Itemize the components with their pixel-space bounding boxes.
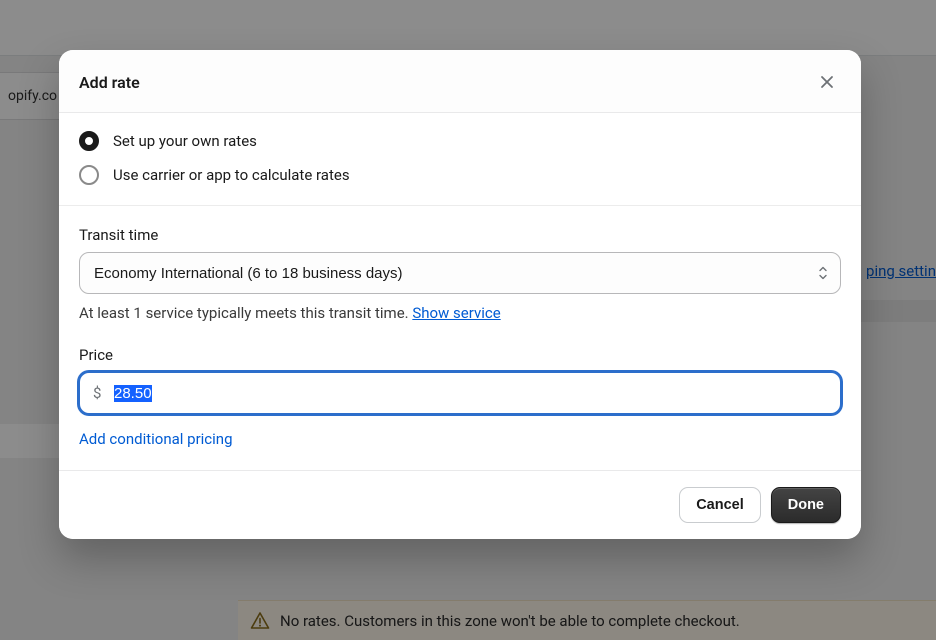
radio-label: Set up your own rates (113, 132, 257, 150)
radio-label: Use carrier or app to calculate rates (113, 166, 350, 184)
transit-helper-prefix: At least 1 service typically meets this … (79, 304, 412, 322)
radio-own-rates[interactable]: Set up your own rates (79, 131, 841, 151)
currency-symbol: $ (93, 384, 101, 402)
radio-carrier-rates[interactable]: Use carrier or app to calculate rates (79, 165, 841, 185)
price-input[interactable] (79, 372, 841, 414)
close-button[interactable] (813, 68, 841, 96)
price-input-wrap: $ (79, 372, 841, 414)
divider (59, 205, 861, 206)
transit-time-label: Transit time (79, 226, 841, 244)
rate-type-radio-group: Set up your own rates Use carrier or app… (79, 131, 841, 185)
modal-body: Set up your own rates Use carrier or app… (59, 113, 861, 470)
cancel-button[interactable]: Cancel (679, 487, 761, 523)
transit-time-select-wrap: Economy International (6 to 18 business … (79, 252, 841, 294)
done-button[interactable]: Done (771, 487, 841, 523)
modal-footer: Cancel Done (59, 470, 861, 539)
add-rate-modal: Add rate Set up your own rates Use carri… (59, 50, 861, 539)
transit-time-select[interactable]: Economy International (6 to 18 business … (79, 252, 841, 294)
price-label: Price (79, 346, 841, 364)
transit-helper-text: At least 1 service typically meets this … (79, 304, 841, 322)
radio-icon (79, 165, 99, 185)
modal-header: Add rate (59, 50, 861, 113)
show-service-link[interactable]: Show service (412, 304, 500, 322)
modal-title: Add rate (79, 73, 140, 92)
radio-icon (79, 131, 99, 151)
add-conditional-pricing-link[interactable]: Add conditional pricing (79, 430, 233, 448)
close-icon (818, 73, 836, 91)
